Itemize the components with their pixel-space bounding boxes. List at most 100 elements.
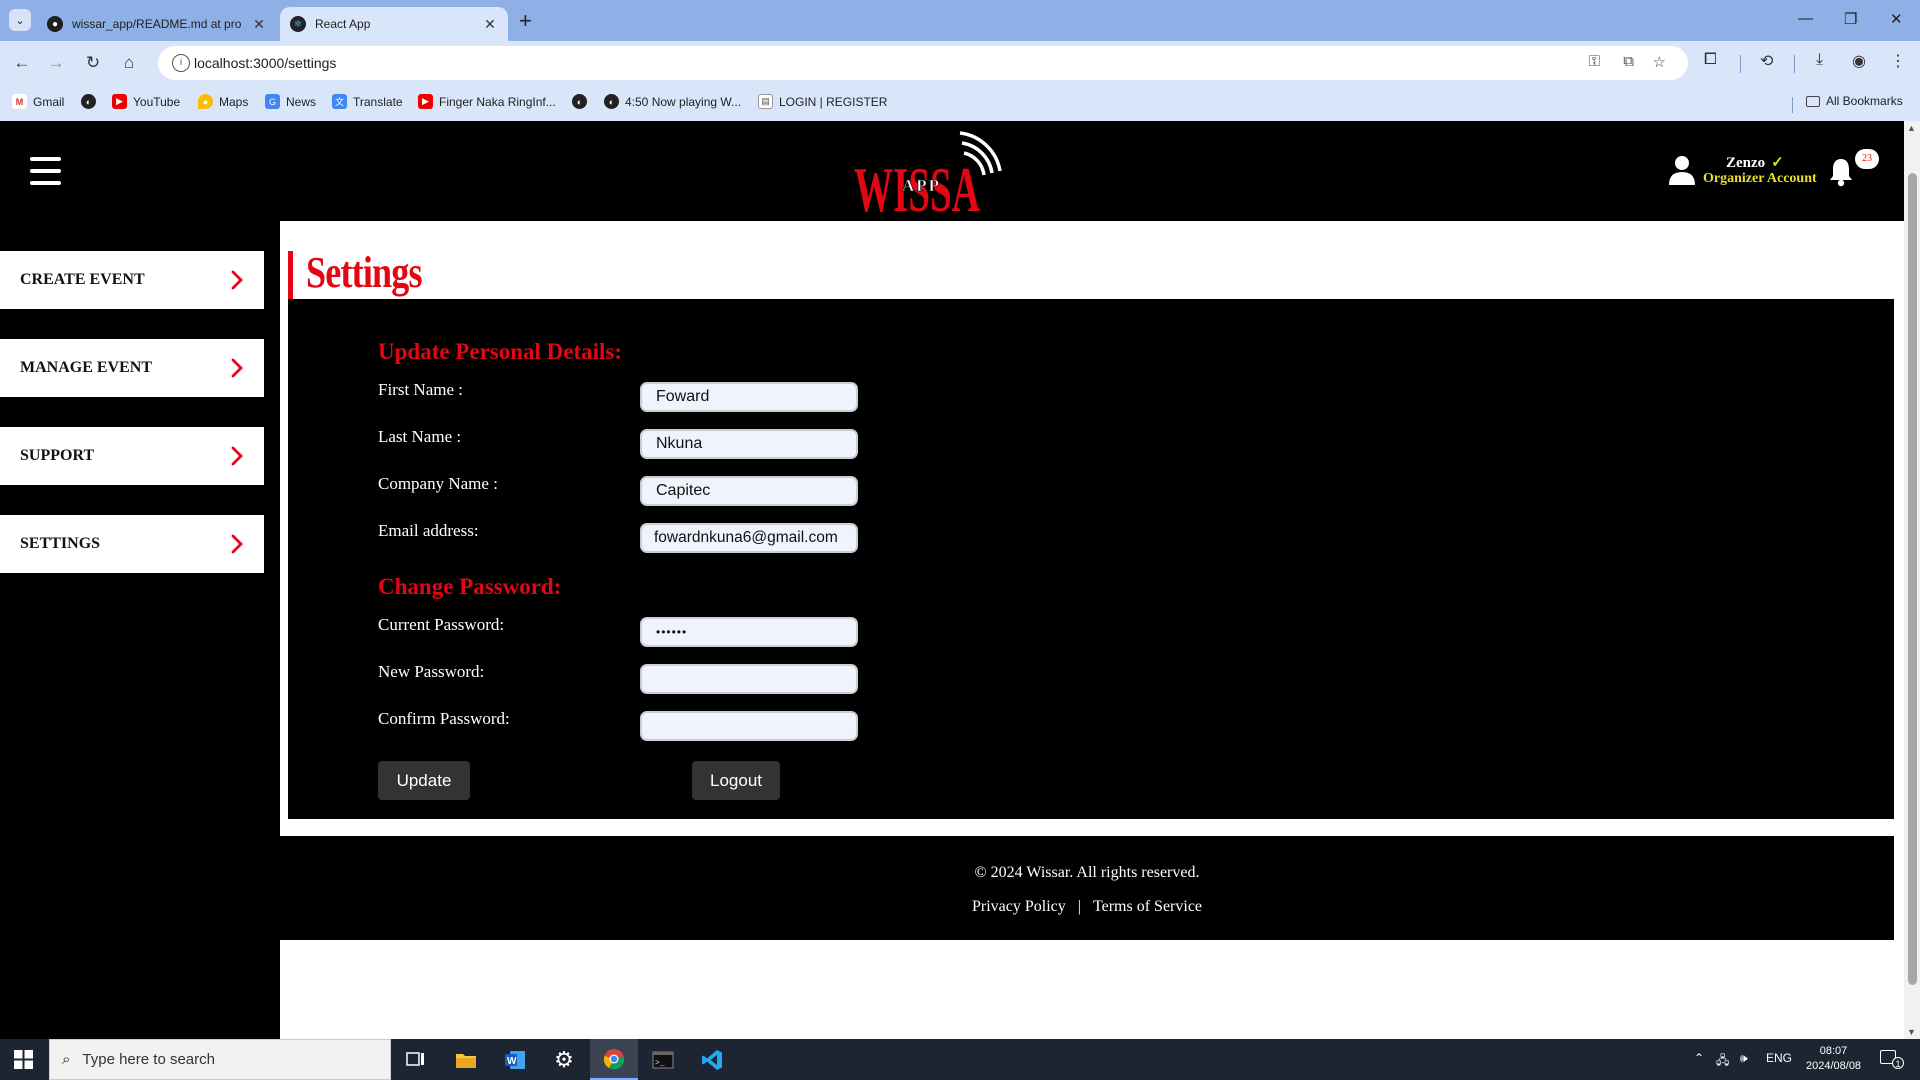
sidebar-item-manage-event[interactable]: MANAGE EVENT — [0, 339, 264, 397]
wissa-logo[interactable]: WISSA APP — [852, 127, 1002, 217]
history-icon[interactable]: ⟲ — [1760, 51, 1773, 71]
tab-search-chevron-icon[interactable]: ⌄ — [9, 9, 31, 31]
hamburger-menu-icon[interactable] — [30, 157, 61, 185]
privacy-policy-link[interactable]: Privacy Policy — [972, 898, 1066, 915]
chevron-right-icon — [231, 534, 243, 554]
bookmark-translate[interactable]: 文 Translate — [332, 94, 403, 109]
settings-gear-icon[interactable]: ⚙ — [540, 1039, 588, 1080]
terminal-icon[interactable]: >_ — [639, 1039, 687, 1080]
chrome-icon[interactable] — [590, 1039, 638, 1080]
last-name-input[interactable] — [640, 429, 858, 459]
home-button[interactable]: ⌂ — [116, 50, 142, 76]
bookmark-news[interactable]: G News — [265, 94, 316, 109]
sidebar-item-support[interactable]: SUPPORT — [0, 427, 264, 485]
address-bar[interactable]: i localhost:3000/settings ⚿ ⧉ ☆ — [158, 46, 1688, 80]
new-tab-button[interactable]: + — [519, 8, 532, 34]
change-password-heading: Change Password: — [378, 574, 562, 599]
taskbar-search-box[interactable]: ⌕ Type here to search — [49, 1039, 391, 1080]
scroll-down-icon[interactable]: ▼ — [1907, 1027, 1916, 1037]
bookmark-globe-2[interactable]: ◐ — [572, 94, 593, 109]
network-icon[interactable]: 🖧 — [1716, 1051, 1729, 1072]
bookmark-label: All Bookmarks — [1826, 94, 1903, 108]
verified-check-icon: ✓ — [1771, 155, 1784, 171]
vscode-icon[interactable] — [688, 1039, 736, 1080]
tray-expand-icon[interactable]: ⌃ — [1694, 1051, 1704, 1065]
install-app-icon[interactable]: ⧉ — [1623, 53, 1634, 70]
bookmark-maps[interactable]: ● Maps — [198, 94, 248, 109]
user-name-text: Zenzo — [1726, 155, 1766, 171]
youtube-icon: ▶ — [112, 94, 127, 109]
sidebar-item-create-event[interactable]: CREATE EVENT — [0, 251, 264, 309]
restore-window-button[interactable]: ❐ — [1844, 10, 1857, 28]
page-scrollbar[interactable]: ▲ ▼ — [1904, 121, 1920, 1039]
user-name[interactable]: Zenzo ✓ — [1726, 153, 1784, 172]
sidebar-item-settings[interactable]: SETTINGS — [0, 515, 264, 573]
notification-bell-icon[interactable] — [1828, 157, 1854, 187]
logout-button[interactable]: Logout — [692, 761, 780, 800]
user-icon[interactable] — [1668, 155, 1696, 185]
notification-count: 1 — [1892, 1057, 1904, 1069]
bookmark-label: Maps — [219, 94, 249, 109]
page-footer: © 2024 Wissar. All rights reserved. Priv… — [280, 836, 1894, 940]
task-view-icon[interactable] — [392, 1039, 440, 1080]
github-icon: ● — [47, 16, 63, 32]
tab-title: wissar_app/README.md at pro — [72, 17, 242, 31]
toolbar-divider — [1794, 55, 1795, 73]
close-window-button[interactable]: ✕ — [1890, 10, 1903, 28]
page-viewport: WISSA APP Zenzo ✓ Organizer Account 23 CR… — [0, 121, 1904, 1039]
bookmark-finger-naka[interactable]: ▶ Finger Naka RingInf... — [418, 94, 556, 109]
all-bookmarks-button[interactable]: All Bookmarks — [1806, 94, 1903, 108]
word-icon[interactable]: W — [491, 1039, 539, 1080]
company-name-input[interactable] — [640, 476, 858, 506]
back-button[interactable]: ← — [9, 50, 35, 76]
windows-taskbar: ⌕ Type here to search W ⚙ >_ ⌃ 🖧 🕪 ENG 0… — [0, 1039, 1920, 1080]
bookmark-globe-1[interactable]: ◐ — [81, 94, 102, 109]
bookmark-label: LOGIN | REGISTER — [779, 94, 888, 109]
current-password-input[interactable] — [640, 617, 858, 647]
email-input[interactable] — [640, 523, 858, 553]
menu-kebab-icon[interactable]: ⋮ — [1890, 51, 1906, 71]
close-tab-icon[interactable]: ✕ — [251, 16, 267, 33]
extensions-icon[interactable]: ⧠ — [1704, 51, 1717, 69]
volume-icon[interactable]: 🕪 — [1740, 1051, 1748, 1066]
forward-button[interactable]: → — [43, 50, 69, 76]
title-accent-bar — [288, 251, 293, 299]
bookmark-gmail[interactable]: M Gmail — [12, 94, 64, 109]
password-key-icon[interactable]: ⚿ — [1589, 53, 1600, 70]
file-explorer-icon[interactable] — [442, 1039, 490, 1080]
first-name-input[interactable] — [640, 382, 858, 412]
update-button[interactable]: Update — [378, 761, 470, 800]
bookmark-now-playing[interactable]: ◐ 4:50 Now playing W... — [604, 94, 741, 109]
minimize-window-button[interactable]: — — [1798, 10, 1813, 27]
profile-avatar-icon[interactable]: ◉ — [1852, 51, 1866, 71]
company-name-label: Company Name : — [378, 474, 498, 493]
confirm-password-input[interactable] — [640, 711, 858, 741]
site-info-icon[interactable]: i — [172, 54, 190, 72]
browser-tab-bar: ⌄ ● wissar_app/README.md at pro ✕ ⚛ Reac… — [0, 0, 1920, 41]
browser-tab-github[interactable]: ● wissar_app/README.md at pro ✕ — [37, 7, 277, 41]
search-icon: ⌕ — [62, 1051, 71, 1068]
new-password-input[interactable] — [640, 664, 858, 694]
reload-button[interactable]: ↻ — [80, 50, 106, 76]
action-center-icon[interactable]: 1 — [1880, 1050, 1904, 1069]
browser-tab-react-app[interactable]: ⚛ React App ✕ — [280, 7, 508, 41]
bookmark-label: 4:50 Now playing W... — [625, 94, 742, 109]
windows-start-icon[interactable] — [14, 1050, 33, 1069]
download-icon[interactable]: ⤓ — [1816, 51, 1823, 69]
sidebar-item-label: MANAGE EVENT — [20, 359, 153, 376]
scroll-up-icon[interactable]: ▲ — [1907, 123, 1916, 133]
clock-time: 08:07 — [1819, 1045, 1848, 1057]
language-indicator[interactable]: ENG — [1766, 1051, 1792, 1065]
taskbar-clock[interactable]: 08:07 2024/08/08 — [1806, 1044, 1861, 1074]
close-tab-icon[interactable]: ✕ — [482, 16, 498, 33]
new-password-label: New Password: — [378, 662, 485, 681]
terms-of-service-link[interactable]: Terms of Service — [1093, 898, 1202, 915]
bookmark-label: Finger Naka RingInf... — [439, 94, 556, 109]
bookmark-star-icon[interactable]: ☆ — [1653, 53, 1666, 71]
bookmark-youtube[interactable]: ▶ YouTube — [112, 94, 180, 109]
globe-icon: ◐ — [81, 94, 96, 109]
bookmark-login-register[interactable]: ▤ LOGIN | REGISTER — [758, 94, 887, 109]
scrollbar-thumb[interactable] — [1908, 173, 1917, 985]
react-icon: ⚛ — [290, 16, 306, 32]
copyright-text: © 2024 Wissar. All rights reserved. — [974, 864, 1200, 881]
